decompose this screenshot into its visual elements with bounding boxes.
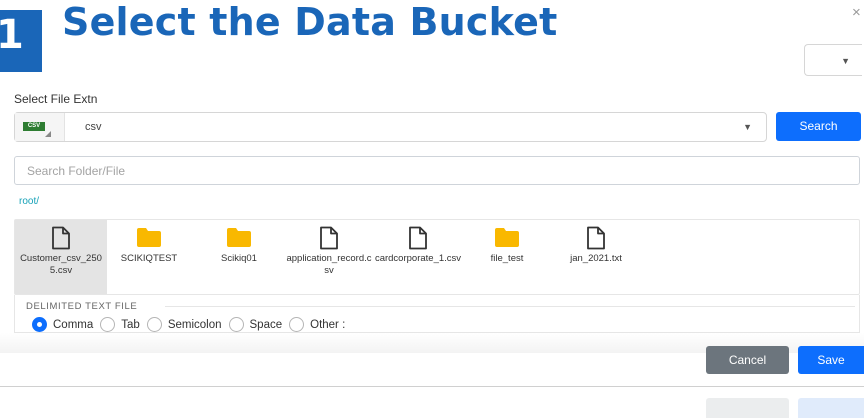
file-ext-label: Select File Extn — [14, 92, 98, 106]
close-icon[interactable]: × — [852, 4, 861, 21]
file-item[interactable]: cardcorporate_1.csv — [372, 220, 464, 294]
file-ext-value: csv — [85, 121, 102, 133]
folder-item[interactable]: file_test — [461, 220, 553, 294]
cancel-button[interactable]: Cancel — [706, 346, 789, 374]
file-name: jan_2021.txt — [570, 253, 622, 264]
radio-other[interactable]: Other : — [289, 317, 345, 332]
file-icon — [585, 226, 607, 255]
file-name: Customer_csv_2505.csv — [20, 253, 102, 276]
folder-icon — [494, 226, 520, 253]
folder-name: Scikiq01 — [221, 253, 257, 264]
file-browser: Customer_csv_2505.csv SCIKIQTEST Scikiq0… — [14, 219, 860, 295]
file-item[interactable]: application_record.csv — [283, 220, 375, 294]
footer-divider — [0, 386, 864, 387]
chevron-down-icon: ▼ — [841, 56, 850, 66]
delimiter-options: Comma Tab Semicolon Space Other : — [32, 317, 352, 332]
radio-icon[interactable] — [100, 317, 116, 332]
radio-icon[interactable] — [228, 317, 244, 332]
page-title: Select the Data Bucket — [62, 0, 558, 44]
file-icon — [407, 226, 429, 255]
radio-label: Comma — [53, 318, 94, 331]
reflected-save-button — [798, 398, 864, 418]
bucket-select[interactable]: ▼ — [804, 44, 862, 76]
radio-checked-icon[interactable] — [32, 317, 47, 332]
radio-tab[interactable]: Tab — [100, 317, 140, 332]
save-button[interactable]: Save — [798, 346, 864, 374]
folder-icon — [136, 226, 162, 253]
search-input[interactable] — [14, 156, 860, 185]
radio-label: Tab — [121, 318, 140, 331]
step-badge: 1 — [0, 10, 42, 72]
file-ext-select[interactable]: CSV csv ▼ — [14, 112, 767, 142]
divider — [165, 306, 855, 307]
radio-label: Space — [249, 318, 283, 331]
chevron-down-icon: ▼ — [743, 122, 752, 132]
folder-item[interactable]: Scikiq01 — [193, 220, 285, 294]
folder-name: SCIKIQTEST — [120, 253, 178, 264]
radio-label: Semicolon — [167, 318, 222, 331]
page-fold-icon — [45, 131, 51, 137]
radio-semicolon[interactable]: Semicolon — [146, 317, 222, 332]
csv-file-icon: CSV — [15, 113, 65, 141]
file-icon — [50, 226, 72, 255]
radio-comma[interactable]: Comma — [32, 317, 93, 332]
delimiter-panel: DELIMITED TEXT FILE Comma Tab Semicolon … — [14, 295, 860, 333]
folder-item[interactable]: SCIKIQTEST — [103, 220, 195, 294]
radio-icon[interactable] — [289, 317, 305, 332]
file-icon — [318, 226, 340, 255]
reflected-cancel-button — [706, 398, 789, 418]
radio-label: Other : — [310, 318, 346, 331]
radio-icon[interactable] — [146, 317, 162, 332]
file-name: application_record.csv — [286, 253, 372, 276]
folder-name: file_test — [490, 253, 524, 264]
delimiter-title: DELIMITED TEXT FILE — [26, 301, 138, 312]
button-reflection — [0, 388, 864, 418]
breadcrumb[interactable]: root/ — [19, 196, 39, 207]
search-button[interactable]: Search — [776, 112, 861, 141]
file-item[interactable]: Customer_csv_2505.csv — [15, 220, 107, 294]
csv-badge: CSV — [23, 122, 45, 131]
file-name: cardcorporate_1.csv — [374, 253, 462, 264]
file-item[interactable]: jan_2021.txt — [550, 220, 642, 294]
radio-space[interactable]: Space — [228, 317, 283, 332]
folder-icon — [226, 226, 252, 253]
